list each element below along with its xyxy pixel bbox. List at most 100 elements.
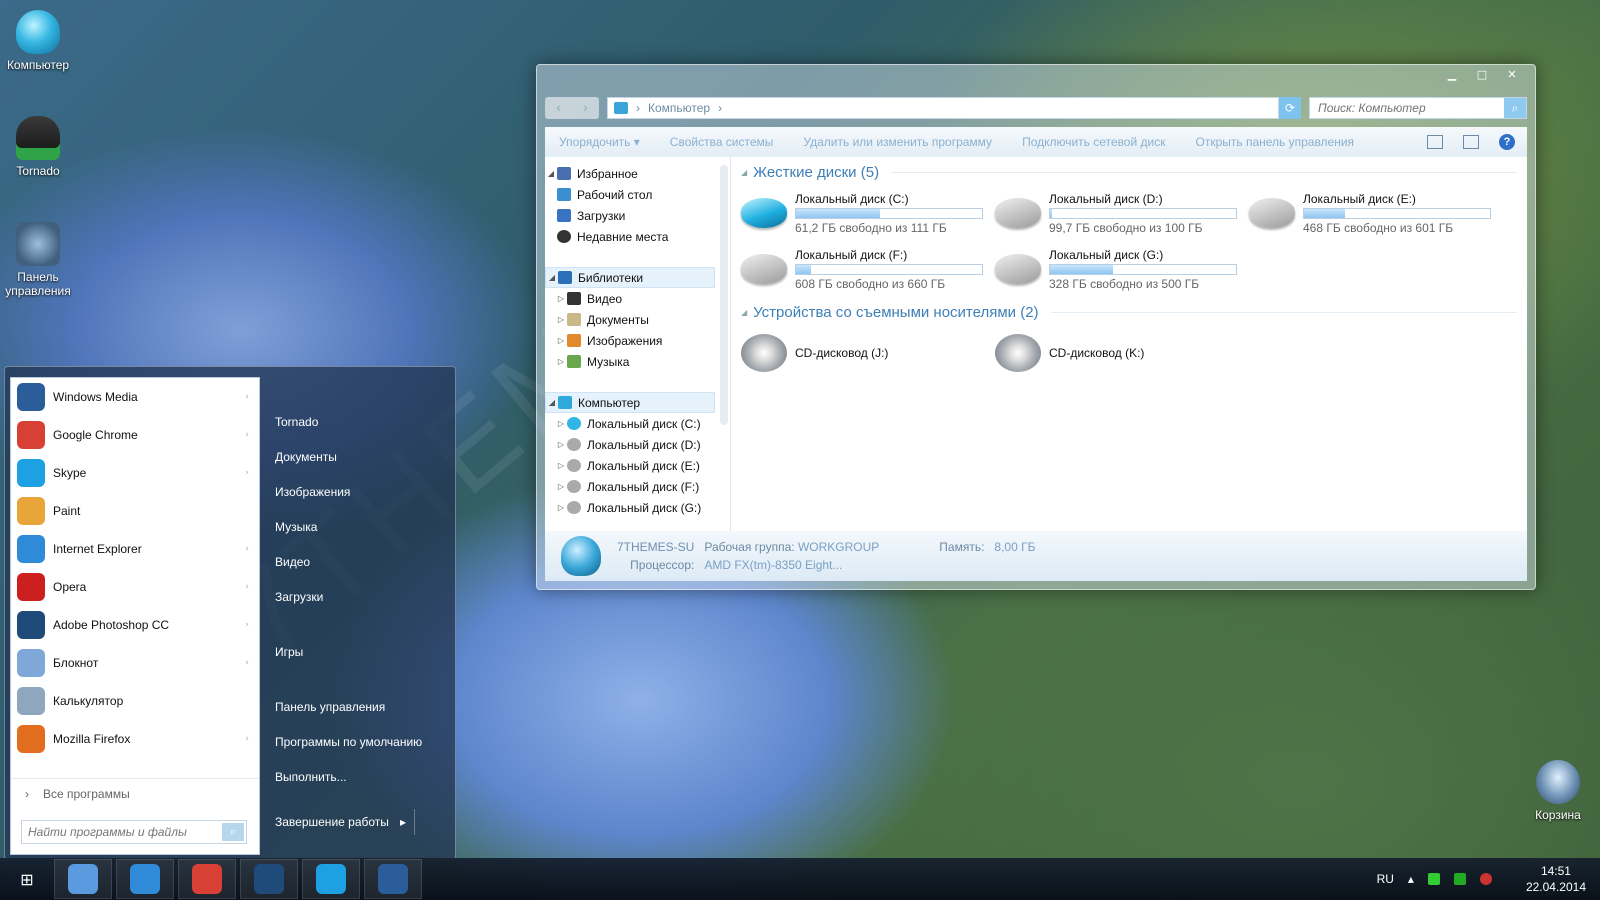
chevron-right-icon[interactable]: ›	[245, 658, 249, 668]
volume-icon[interactable]	[1479, 873, 1492, 885]
network-icon[interactable]	[1427, 873, 1440, 885]
taskbar-app-skype[interactable]	[302, 859, 360, 899]
nav-item-video[interactable]: ▷ Видео	[545, 288, 715, 309]
program-item[interactable]: Mozilla Firefox ›	[11, 720, 259, 758]
nav-item-drive-g[interactable]: ▷ Локальный диск (G:)	[545, 497, 715, 518]
program-item[interactable]: Adobe Photoshop CC ›	[11, 606, 259, 644]
chevron-right-icon[interactable]: ›	[245, 392, 249, 402]
search-icon[interactable]: ⌕	[1504, 98, 1526, 118]
taskbar-app-internet-explorer[interactable]	[116, 859, 174, 899]
chevron-right-icon[interactable]: ›	[245, 582, 249, 592]
address-bar[interactable]: › Компьютер ›	[607, 97, 1279, 119]
start-search-box[interactable]: ⌕	[21, 820, 247, 844]
program-item[interactable]: Paint	[11, 492, 259, 530]
drive-item[interactable]: Локальный диск (D:) 99,7 ГБ свободно из …	[995, 185, 1249, 241]
program-item[interactable]: Google Chrome ›	[11, 416, 259, 454]
place-images[interactable]: Изображения	[275, 475, 447, 510]
expand-icon[interactable]: ▷	[555, 315, 567, 324]
place-tornado[interactable]: Tornado	[275, 405, 447, 440]
action-center-icon[interactable]	[1453, 873, 1466, 885]
place-default-programs[interactable]: Программы по умолчанию	[275, 725, 447, 760]
uninstall-program-button[interactable]: Удалить или изменить программу	[803, 135, 992, 149]
chevron-right-icon[interactable]: ›	[245, 468, 249, 478]
nav-item-drive-d[interactable]: ▷ Локальный диск (D:)	[545, 434, 715, 455]
place-control-panel[interactable]: Панель управления	[275, 690, 447, 725]
forward-button[interactable]: ›	[572, 97, 599, 119]
nav-item-documents[interactable]: ▷ Документы	[545, 309, 715, 330]
maximize-button[interactable]: □	[1469, 67, 1495, 83]
expand-icon[interactable]: ▷	[555, 482, 567, 491]
place-run[interactable]: Выполнить...	[275, 760, 447, 795]
chevron-right-icon[interactable]: ›	[245, 430, 249, 440]
drive-item[interactable]: Локальный диск (C:) 61,2 ГБ свободно из …	[741, 185, 995, 241]
program-item[interactable]: Opera ›	[11, 568, 259, 606]
drive-item[interactable]: Локальный диск (F:) 608 ГБ свободно из 6…	[741, 241, 995, 297]
expand-icon[interactable]: ▷	[555, 503, 567, 512]
nav-item-desktop[interactable]: Рабочий стол	[545, 184, 715, 205]
cd-drive-item[interactable]: CD-дисковод (K:)	[995, 325, 1249, 381]
cd-drive-item[interactable]: CD-дисковод (J:)	[741, 325, 995, 381]
taskbar-app-chrome[interactable]	[178, 859, 236, 899]
nav-item-drive-e[interactable]: ▷ Локальный диск (E:)	[545, 455, 715, 476]
refresh-button[interactable]: ⟳	[1279, 97, 1301, 119]
desktop-icon-tornado[interactable]: Tornado	[0, 116, 78, 178]
nav-item-libraries[interactable]: ◢ Библиотеки	[545, 267, 715, 288]
minimize-button[interactable]: ▁	[1439, 67, 1465, 83]
collapse-icon[interactable]: ◢	[546, 273, 558, 282]
nav-item-drive-c[interactable]: ▷ Локальный диск (C:)	[545, 413, 715, 434]
desktop-icon-control-panel[interactable]: Панель управления	[0, 222, 78, 298]
desktop-icon-computer[interactable]: Компьютер	[0, 10, 78, 72]
help-icon[interactable]: ?	[1499, 134, 1515, 150]
nav-item-computer[interactable]: ◢ Компьютер	[545, 392, 715, 413]
preview-pane-icon[interactable]	[1463, 135, 1479, 149]
chevron-right-icon[interactable]: ›	[245, 734, 249, 744]
collapse-icon[interactable]: ◢	[545, 169, 557, 178]
search-box[interactable]: ⌕	[1309, 97, 1527, 119]
tray-overflow-icon[interactable]: ▴	[1408, 872, 1414, 886]
place-games[interactable]: Игры	[275, 635, 447, 670]
close-button[interactable]: ✕	[1499, 67, 1525, 83]
place-documents[interactable]: Документы	[275, 440, 447, 475]
map-network-drive-button[interactable]: Подключить сетевой диск	[1022, 135, 1165, 149]
expand-icon[interactable]: ▷	[555, 294, 567, 303]
nav-item-recent[interactable]: Недавние места	[545, 226, 715, 247]
drive-item[interactable]: Локальный диск (G:) 328 ГБ свободно из 5…	[995, 241, 1249, 297]
nav-item-favorites[interactable]: ◢ Избранное	[545, 163, 715, 184]
expand-icon[interactable]: ▷	[555, 419, 567, 428]
change-view-icon[interactable]	[1427, 135, 1443, 149]
program-item[interactable]: Windows Media ›	[11, 378, 259, 416]
program-item[interactable]: Internet Explorer ›	[11, 530, 259, 568]
start-button[interactable]: ⊞	[0, 858, 54, 900]
all-programs-button[interactable]: › Все программы	[11, 778, 259, 808]
group-header-hard-drives[interactable]: ◢ Жесткие диски (5)	[741, 161, 1517, 183]
taskbar-app-photoshop[interactable]	[240, 859, 298, 899]
program-item[interactable]: Калькулятор	[11, 682, 259, 720]
place-music[interactable]: Музыка	[275, 510, 447, 545]
chevron-right-icon[interactable]: ›	[245, 620, 249, 630]
nav-item-music[interactable]: ▷ Музыка	[545, 351, 715, 372]
expand-icon[interactable]: ▷	[555, 357, 567, 366]
chevron-right-icon[interactable]: ›	[245, 544, 249, 554]
start-search-input[interactable]	[28, 825, 208, 839]
place-downloads[interactable]: Загрузки	[275, 580, 447, 615]
chevron-right-icon[interactable]: ▸	[400, 815, 406, 829]
taskbar-app-windows-media[interactable]	[364, 859, 422, 899]
program-item[interactable]: Блокнот ›	[11, 644, 259, 682]
nav-item-images[interactable]: ▷ Изображения	[545, 330, 715, 351]
program-item[interactable]: Skype ›	[11, 454, 259, 492]
open-control-panel-button[interactable]: Открыть панель управления	[1195, 135, 1354, 149]
nav-item-drive-f[interactable]: ▷ Локальный диск (F:)	[545, 476, 715, 497]
search-input[interactable]	[1318, 101, 1488, 115]
system-properties-button[interactable]: Свойства системы	[670, 135, 774, 149]
nav-scrollbar[interactable]	[720, 165, 728, 425]
back-button[interactable]: ‹	[545, 97, 572, 119]
desktop-icon-recycle-bin[interactable]: Корзина	[1518, 760, 1598, 822]
expand-icon[interactable]: ▷	[555, 336, 567, 345]
clock[interactable]: 14:51 22.04.2014	[1506, 863, 1586, 895]
taskbar-app-explorer[interactable]	[54, 859, 112, 899]
language-indicator[interactable]: RU	[1377, 872, 1394, 886]
shutdown-button[interactable]: Завершение работы ▸	[275, 809, 415, 835]
collapse-icon[interactable]: ◢	[546, 398, 558, 407]
expand-icon[interactable]: ▷	[555, 440, 567, 449]
search-icon[interactable]: ⌕	[222, 823, 244, 841]
